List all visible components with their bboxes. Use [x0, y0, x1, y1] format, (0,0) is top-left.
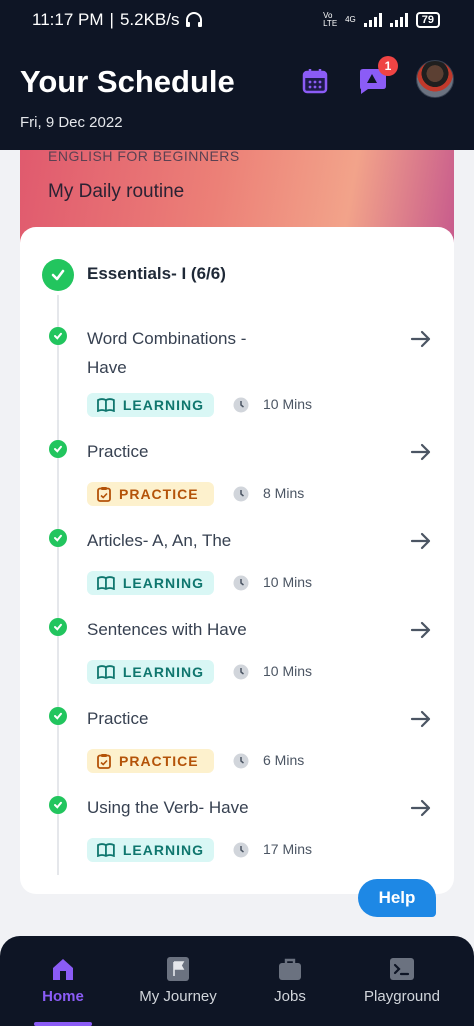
nav-home[interactable]: Home: [40, 936, 86, 1026]
help-button[interactable]: Help: [358, 879, 436, 917]
arrow-right-icon[interactable]: [410, 441, 432, 463]
tag-label: LEARNING: [122, 397, 204, 413]
clock-icon: [233, 486, 249, 502]
complete-check-icon: [49, 796, 67, 814]
practice-tag: PRACTICE: [87, 749, 214, 773]
learning-tag: LEARNING: [87, 660, 214, 684]
clipboard-icon: [97, 487, 111, 502]
briefcase-icon: [279, 958, 301, 980]
lesson-duration: 6 Mins: [263, 752, 305, 768]
app-header: Your Schedule Fri, 9 Dec 2022 1: [0, 40, 474, 150]
battery-icon: 79: [415, 12, 440, 28]
practice-tag: PRACTICE: [87, 482, 214, 506]
lesson-title: Sentences with Have: [87, 620, 247, 639]
nav-playground[interactable]: Playground: [360, 936, 444, 1026]
avatar[interactable]: [416, 60, 454, 98]
timeline-line: [57, 295, 59, 875]
volte-indicator: Vo LTE: [323, 11, 338, 28]
status-speed: 5.2KB/s: [119, 10, 180, 29]
status-right: Vo LTE 4G 79: [323, 12, 440, 28]
complete-check-icon: [49, 327, 67, 345]
lesson-duration: 10 Mins: [263, 396, 313, 412]
nav-label: Playground: [364, 988, 440, 1005]
learning-tag: LEARNING: [87, 393, 214, 417]
signal-icon: [363, 13, 382, 27]
clipboard-icon: [97, 754, 111, 769]
lesson-title: Word Combinations - Have: [87, 329, 247, 377]
nav-jobs[interactable]: Jobs: [270, 936, 310, 1026]
book-icon: [97, 398, 115, 412]
lesson-duration: 10 Mins: [263, 663, 313, 679]
headphones-icon: [186, 12, 203, 27]
nav-label: Home: [42, 988, 84, 1005]
course-title: My Daily routine: [48, 181, 185, 202]
lesson-duration: 8 Mins: [263, 485, 305, 501]
learning-tag: LEARNING: [87, 571, 214, 595]
network-type: 4G: [345, 15, 356, 24]
section-complete-icon: [42, 259, 74, 291]
tag-label: LEARNING: [122, 664, 204, 680]
page-title: Your Schedule: [20, 64, 235, 99]
book-icon: [97, 665, 115, 679]
arrow-right-icon[interactable]: [410, 328, 432, 350]
flag-icon: [167, 957, 189, 981]
tag-label: LEARNING: [122, 842, 204, 858]
calendar-icon[interactable]: [302, 68, 328, 94]
nav-my-journey[interactable]: My Journey: [134, 936, 222, 1026]
status-left: 11:17 PM | 5.2KB/s: [32, 10, 203, 30]
lesson-duration: 10 Mins: [263, 574, 313, 590]
status-time: 11:17 PM: [32, 10, 104, 29]
arrow-right-icon[interactable]: [410, 619, 432, 641]
complete-check-icon: [49, 618, 67, 636]
clock-icon: [233, 753, 249, 769]
complete-check-icon: [49, 440, 67, 458]
signal-icon-2: [389, 13, 408, 27]
clock-icon: [233, 397, 249, 413]
tag-label: PRACTICE: [119, 486, 199, 502]
active-tab-indicator: [34, 1022, 92, 1026]
book-icon: [97, 843, 115, 857]
section-title: Essentials- I (6/6): [87, 264, 226, 283]
schedule-card: Essentials- I (6/6) Word Combinations - …: [20, 227, 454, 894]
clock-icon: [233, 664, 249, 680]
home-icon: [53, 959, 73, 980]
complete-check-icon: [49, 529, 67, 547]
nav-label: Jobs: [274, 988, 306, 1005]
arrow-right-icon[interactable]: [410, 708, 432, 730]
clock-icon: [233, 575, 249, 591]
course-kicker: ENGLISH FOR BEGINNERS: [48, 148, 240, 164]
current-date: Fri, 9 Dec 2022: [20, 114, 123, 131]
clock-icon: [233, 842, 249, 858]
arrow-right-icon[interactable]: [410, 530, 432, 552]
tag-label: PRACTICE: [119, 753, 199, 769]
book-icon: [97, 576, 115, 590]
lesson-duration: 17 Mins: [263, 841, 313, 857]
bottom-nav: Home My Journey Jobs Playground: [0, 936, 474, 1026]
status-bar: 11:17 PM | 5.2KB/s Vo LTE 4G 79: [0, 0, 474, 40]
notification-badge: 1: [378, 56, 398, 76]
arrow-right-icon[interactable]: [410, 797, 432, 819]
learning-tag: LEARNING: [87, 838, 214, 862]
terminal-icon: [390, 958, 414, 980]
tag-label: LEARNING: [122, 575, 204, 591]
lesson-title: Using the Verb- Have: [87, 798, 249, 817]
lesson-title: Practice: [87, 709, 149, 728]
lesson-title: Articles- A, An, The: [87, 531, 232, 550]
lesson-title: Practice: [87, 442, 149, 461]
nav-label: My Journey: [139, 988, 217, 1005]
complete-check-icon: [49, 707, 67, 725]
